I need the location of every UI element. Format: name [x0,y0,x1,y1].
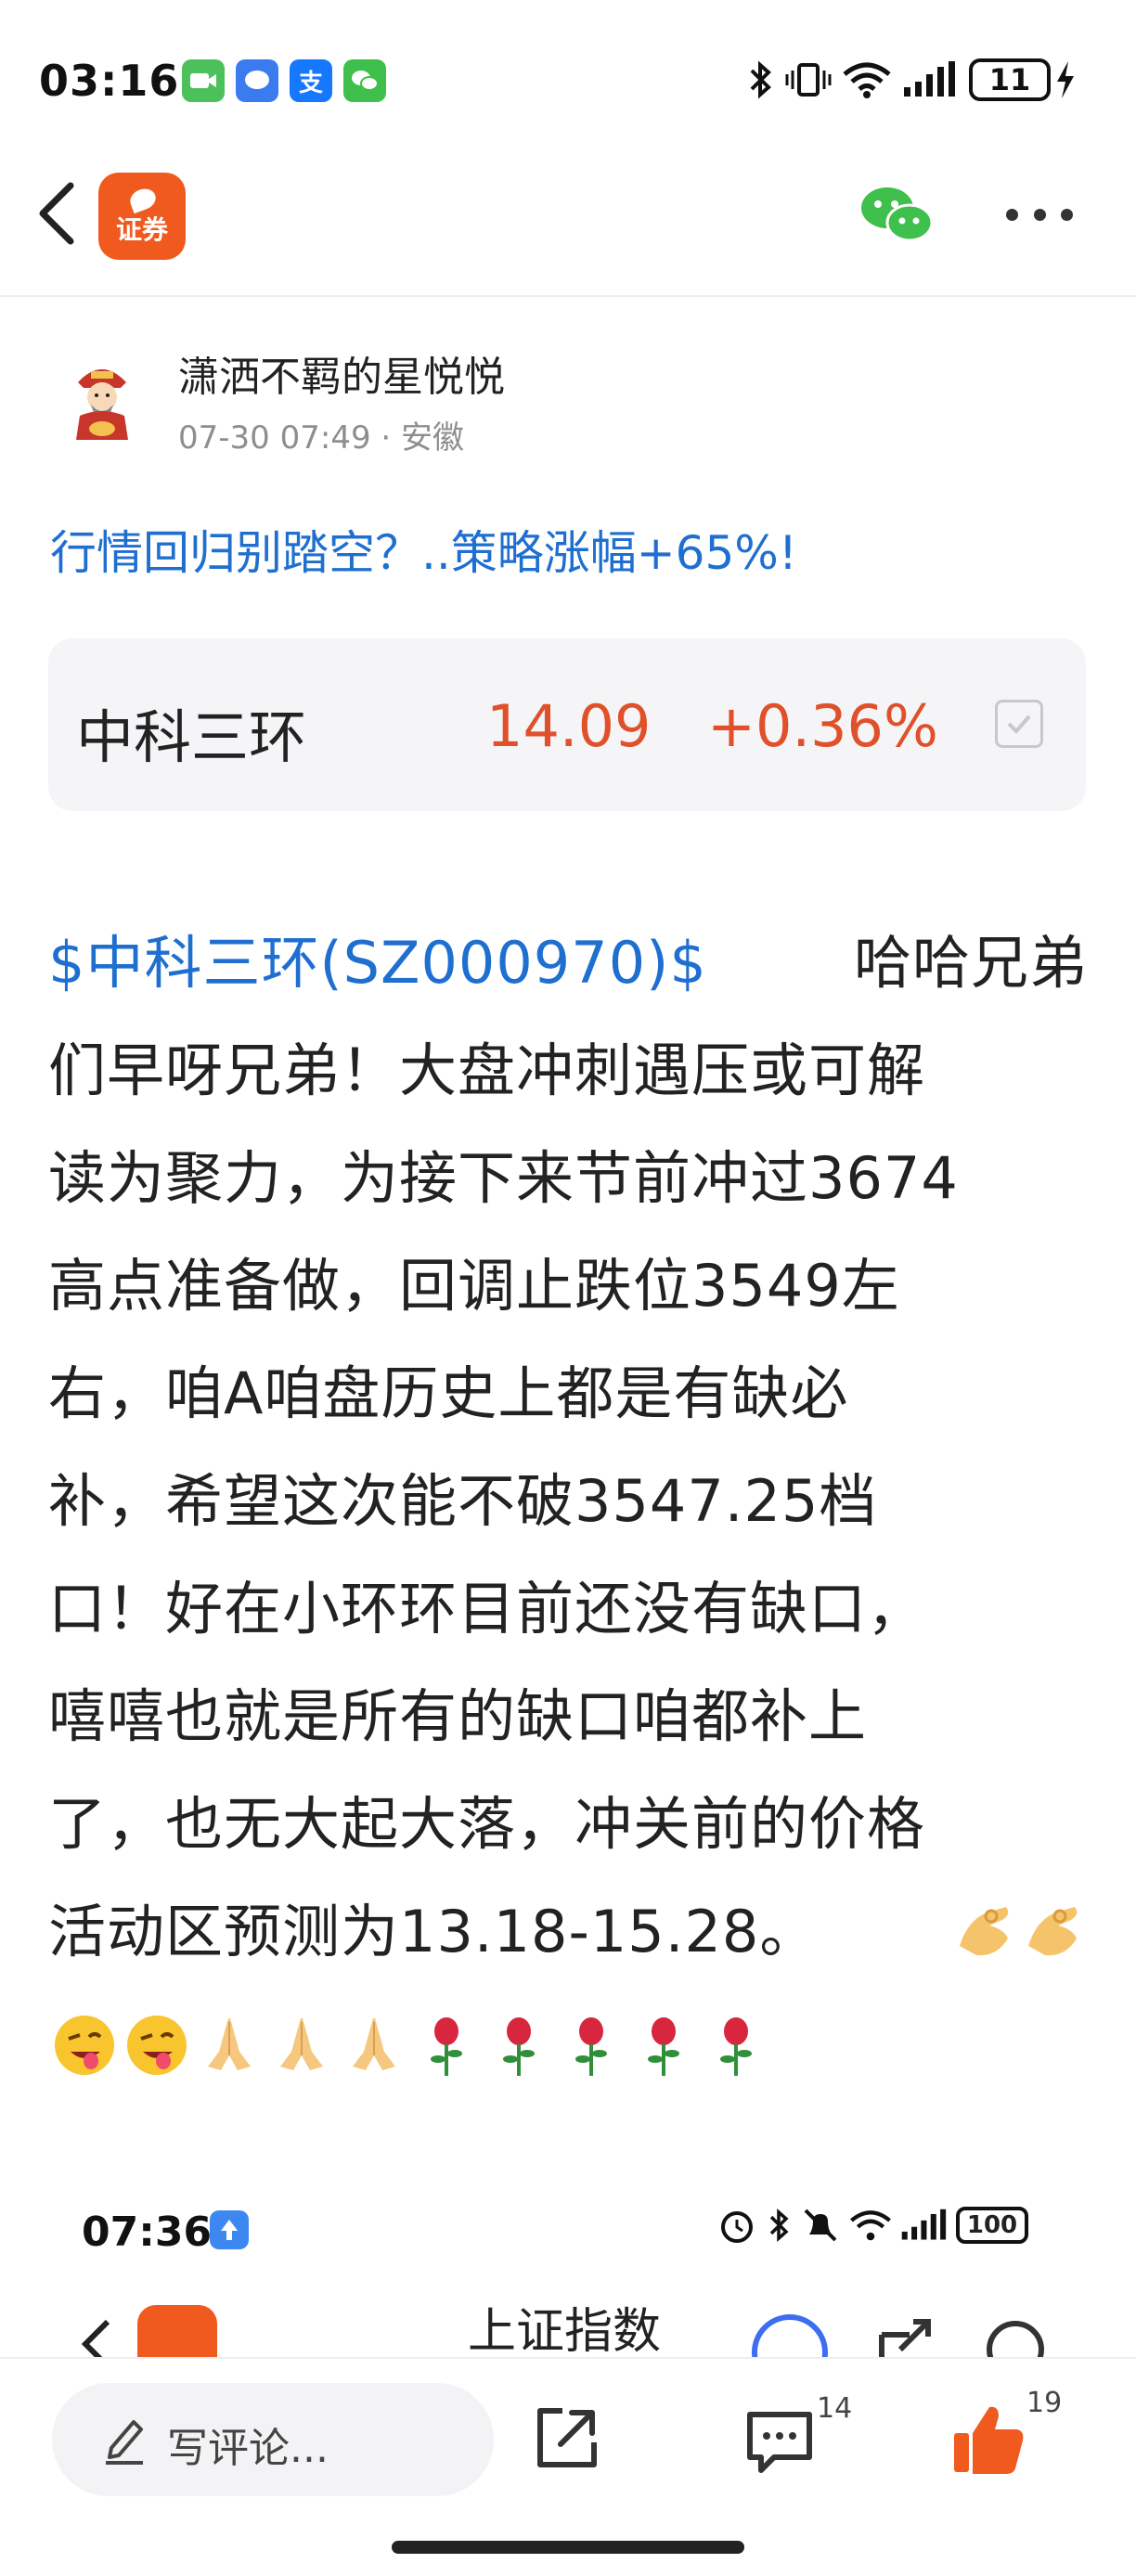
dot-icon [1033,208,1046,221]
dot-icon [1061,208,1073,221]
rose-icon [503,2017,535,2076]
rose-icon [575,2017,607,2076]
share-button[interactable] [531,2402,603,2478]
charging-icon [1057,61,1074,98]
bluetooth-icon [750,60,771,99]
signal-icon [901,2209,947,2240]
body-line: 哈哈兄弟 [853,929,1088,997]
ai-icon [752,2314,828,2357]
video-app-icon [182,59,225,102]
watchlist-checkbox[interactable] [995,700,1043,748]
body-line: 补，希望这次能不破3547.25档 [48,1467,878,1535]
battery-icon: 11 [969,58,1051,101]
post-date: 07-30 07:49 [178,419,371,457]
folded-hands-icon [208,2018,251,2070]
dot-icon [1006,208,1018,221]
embedded-time: 07:36 [82,2209,213,2256]
embedded-battery-icon: 100 [956,2207,1028,2244]
winking-tongue-face-icon [55,2016,114,2075]
stock-change: +0.36% [707,692,938,760]
ok-hand-icon [1028,1907,1078,1956]
stock-name: 中科三环 [76,703,307,771]
stock-tag-link[interactable]: $中科三环(SZ000970)$ [48,909,707,1017]
body-line: 高点准备做，回调止跌位3549左 [48,1252,900,1320]
stock-price: 14.09 [486,692,652,760]
share-icon [879,2319,931,2357]
alarm-icon [721,2211,753,2243]
pencil-icon [106,2420,143,2465]
ok-hand-icon [960,1907,1009,1956]
body-line: 读为聚力，为接下来节前冲过3674 [48,1144,959,1212]
emoji-row [48,2008,772,2082]
upload-arrow-icon [210,2210,249,2249]
wifi-icon [843,62,891,98]
more-options-button[interactable] [1006,206,1073,223]
search-icon [987,2321,1044,2357]
thumbs-up-icon [954,2406,1024,2474]
embedded-title: 上证指数 [468,2304,662,2357]
status-icons: 11 [744,54,1077,106]
mute-bell-icon [804,2209,837,2242]
header-divider [0,295,1136,297]
vibrate-icon [785,63,832,97]
rose-icon [648,2017,679,2076]
body-line: 嘻嘻也就是所有的缺口咱都补上 [48,1682,868,1750]
rose-icon [720,2017,752,2076]
body-line: 活动区预测为13.18-15.28。 [48,1898,819,1965]
comment-count: 14 [817,2392,853,2425]
comment-input[interactable]: 写评论... [52,2383,494,2496]
message-app-icon [236,59,278,102]
embedded-screenshot-image[interactable]: 07:36 100 上证指数 [0,2181,1136,2357]
wechat-share-button[interactable] [858,182,936,247]
chevron-left-icon [39,182,74,245]
body-line: 们早呀兄弟！大盘冲刺遇压或可解 [48,1037,926,1104]
home-indicator[interactable] [392,2541,744,2554]
post-body: $中科三环(SZ000970)$ 哈哈兄弟 们早呀兄弟！大盘冲刺遇压或可解 读为… [48,909,1088,1986]
embedded-status-icons: 100 [716,2205,1028,2246]
author-avatar[interactable] [54,351,150,447]
back-button[interactable] [30,176,85,251]
comment-placeholder: 写评论... [167,2425,329,2472]
fortune-god-avatar-icon [76,369,128,440]
wechat-status-icon [343,59,386,102]
logo-text: 证券 [115,214,168,245]
app-logo[interactable]: 证券 [98,173,186,260]
body-line: 口！好在小环环目前还没有缺口， [48,1575,926,1642]
post-location: 安徽 [401,419,465,457]
embedded-battery-level: 100 [966,2211,1018,2239]
battery-level: 11 [988,62,1031,97]
embedded-logo-icon [137,2305,217,2357]
status-time: 03:16 [39,56,180,106]
body-line: 了，也无大起大落，冲关前的价格 [48,1790,926,1858]
folded-hands-icon [280,2018,323,2070]
body-line: 右，咱A咱盘历史上都是有缺必 [48,1359,849,1427]
comment-bubble-icon [747,2412,812,2473]
share-icon [537,2408,597,2467]
alipay-icon: 支 [290,59,332,102]
post-meta: 07-30 07:49 · 安徽 [178,412,464,457]
like-button[interactable] [949,2400,1028,2483]
rose-icon [431,2017,462,2076]
comment-button[interactable] [742,2405,817,2481]
post-headline-link[interactable]: 行情回归别踏空？..策略涨幅+65%! [50,516,797,583]
wechat-icon [861,187,934,242]
winking-tongue-face-icon [127,2016,187,2075]
wifi-icon [850,2210,891,2241]
bottom-action-bar: 写评论... 14 19 [0,2357,1136,2576]
folded-hands-icon [353,2018,395,2070]
check-icon [1007,715,1031,734]
embedded-back-icon [81,2319,110,2357]
status-bar: 03:16 支 11 [0,0,1136,158]
stock-card[interactable]: 中科三环 14.09 +0.36% [48,638,1086,811]
signal-icon [904,61,955,97]
bluetooth-icon [769,2208,789,2243]
author-name[interactable]: 潇洒不羁的星悦悦 [178,343,505,403]
meta-separator: · [381,419,392,457]
like-count: 19 [1026,2387,1063,2419]
